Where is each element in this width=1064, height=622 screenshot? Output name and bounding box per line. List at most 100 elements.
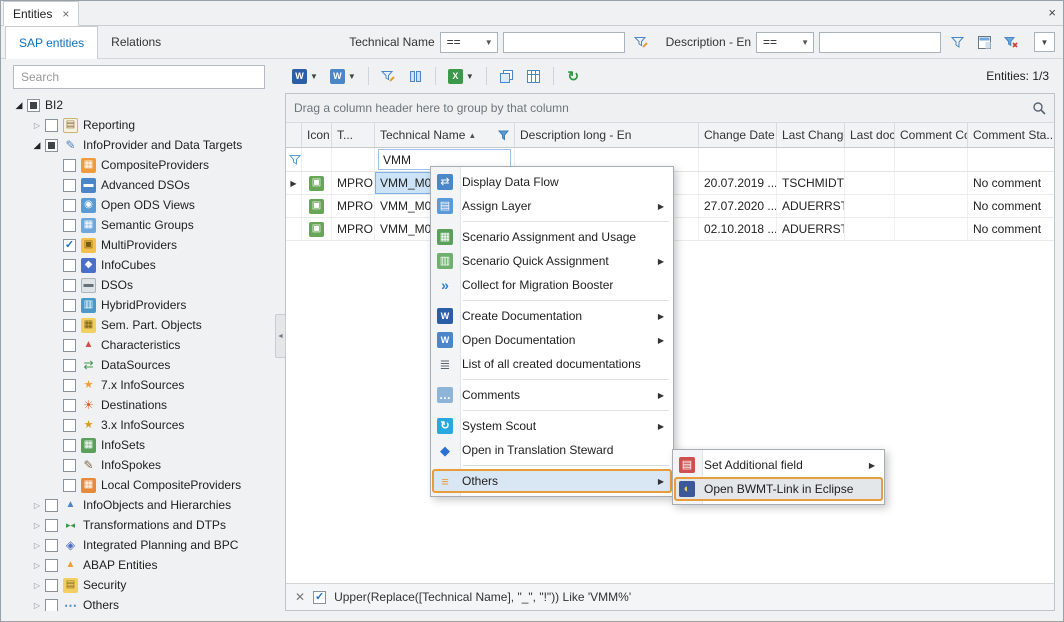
cell-type[interactable]: MPRO [332,218,375,240]
menu-item-open-bwmt-link-in-eclipse[interactable]: ◐Open BWMT-Link in Eclipse [674,477,883,501]
create-documentation-button[interactable]: W▼ [287,64,323,88]
tree-item-infosets[interactable]: ▦InfoSets [9,435,275,455]
tree-item-semantic-groups[interactable]: ▦Semantic Groups [9,215,275,235]
tree-item-local-compositeproviders[interactable]: ▦Local CompositeProviders [9,475,275,495]
filter-cell-type[interactable] [332,148,375,171]
tree-search-input[interactable] [13,65,265,89]
column-header-icon[interactable]: Icon [302,123,332,147]
tree-checkbox[interactable] [63,259,76,272]
cell-last-doc[interactable] [845,195,895,217]
tree-checkbox[interactable] [63,319,76,332]
menu-item-assign-layer[interactable]: ▤Assign Layer▶ [432,194,672,218]
filter-cell-change-date[interactable] [699,148,777,171]
collapse-panel-icon[interactable]: ◄ [275,314,286,358]
tree-checkbox[interactable] [45,539,58,552]
page-tab-sap-entities[interactable]: SAP entities [5,26,98,59]
column-header-comment-sta[interactable]: Comment Sta... [968,123,1054,147]
menu-item-comments[interactable]: …Comments▶ [432,383,672,407]
filter-cell-comment-status[interactable] [968,148,1054,171]
menu-item-display-data-flow[interactable]: ⇄Display Data Flow [432,170,672,194]
filter-options-chevron-button[interactable]: ▼ [1034,32,1055,52]
export-button[interactable]: X▼ [443,64,479,88]
description-filter-input[interactable] [819,32,941,53]
tree-collapse-arrow-icon[interactable]: ◢ [11,100,27,111]
filter-editor-quick-button[interactable] [630,31,652,53]
tree-checkbox[interactable] [63,339,76,352]
column-header-last-doc[interactable]: Last doc. [845,123,895,147]
cell-change-date[interactable]: 20.07.2019 ... [699,172,777,194]
tree-item-others[interactable]: ▷⋯Others [9,595,275,611]
cell-last-doc[interactable] [845,218,895,240]
grid-views-button[interactable] [521,64,546,88]
tree-checkbox[interactable] [63,459,76,472]
menu-item-open-in-translation-steward[interactable]: ◆Open in Translation Steward [432,438,672,462]
tree-item-infoobjects-and-hierarchies[interactable]: ▷▲InfoObjects and Hierarchies [9,495,275,515]
close-filter-icon[interactable]: ✕ [295,590,305,604]
menu-item-create-documentation[interactable]: WCreate Documentation▶ [432,304,672,328]
tree-item-compositeproviders[interactable]: ▦CompositeProviders [9,155,275,175]
tree-item-infoprovider-and-data-targets[interactable]: ◢✎InfoProvider and Data Targets [9,135,275,155]
tree-item-infocubes[interactable]: ◆InfoCubes [9,255,275,275]
tree-checkbox[interactable] [45,519,58,532]
tree-item-3-x-infosources[interactable]: ★3.x InfoSources [9,415,275,435]
tree-item-sem-part-objects[interactable]: ▦Sem. Part. Objects [9,315,275,335]
cell-comment-status[interactable]: No comment [968,172,1054,194]
cell-comment-status[interactable]: No comment [968,195,1054,217]
tree-expand-arrow-icon[interactable]: ▷ [29,581,45,590]
filter-editor-button[interactable] [376,64,401,88]
tree-expand-arrow-icon[interactable]: ▷ [29,521,45,530]
cell-change-date[interactable]: 02.10.2018 ... [699,218,777,240]
panel-splitter[interactable]: ◄ [275,59,285,611]
tree-item-reporting[interactable]: ▷▤Reporting [9,115,275,135]
menu-item-system-scout[interactable]: ↻System Scout▶ [432,414,672,438]
technical-name-filter-input[interactable] [503,32,625,53]
open-documentation-button[interactable]: W▼ [325,64,361,88]
technical-name-operator-select[interactable]: == ▼ [440,32,498,53]
refresh-button[interactable]: ↻ [561,64,586,88]
tree-checkbox[interactable] [45,499,58,512]
tree-item-dsos[interactable]: ▬DSOs [9,275,275,295]
cell-icon[interactable]: ▣ [302,218,332,240]
tree-item-infospokes[interactable]: ✎InfoSpokes [9,455,275,475]
menu-item-set-additional-field[interactable]: ▤Set Additional field▶ [674,453,883,477]
tree-checkbox[interactable] [63,359,76,372]
tree-checkbox[interactable] [45,559,58,572]
group-by-panel[interactable]: Drag a column header here to group by th… [286,94,1054,123]
column-header-change-date[interactable]: Change Date [699,123,777,147]
tree-item-hybridproviders[interactable]: ▥HybridProviders [9,295,275,315]
cell-icon[interactable]: ▣ [302,172,332,194]
column-header-description-long-en[interactable]: Description long - En [515,123,699,147]
grid-search-button[interactable] [1031,101,1046,116]
tree-item-destinations[interactable]: ☀Destinations [9,395,275,415]
tree-checkbox[interactable] [63,299,76,312]
menu-item-open-documentation[interactable]: WOpen Documentation▶ [432,328,672,352]
column-layout-button[interactable] [403,64,428,88]
cell-last-changed[interactable]: ADUERRSTEIN [777,195,845,217]
tree-expand-arrow-icon[interactable]: ▷ [29,501,45,510]
clear-filter-button[interactable] [1000,31,1022,53]
copy-grid-button[interactable] [494,64,519,88]
tree-checkbox[interactable] [63,399,76,412]
description-operator-select[interactable]: == ▼ [756,32,814,53]
page-tab-relations[interactable]: Relations [98,26,174,58]
menu-item-others[interactable]: ≡Others▶ [432,469,672,493]
apply-filter-button[interactable] [946,31,968,53]
cell-last-changed[interactable]: TSCHMIDT [777,172,845,194]
tree-checkbox[interactable] [63,199,76,212]
cell-icon[interactable]: ▣ [302,195,332,217]
tree-checkbox[interactable] [45,599,58,612]
cell-comment-status[interactable]: No comment [968,218,1054,240]
menu-item-list-of-all-created-documentations[interactable]: ≣List of all created documentations [432,352,672,376]
tree-checkbox[interactable] [63,379,76,392]
tree-checkbox[interactable] [45,579,58,592]
cell-type[interactable]: MPRO [332,172,375,194]
tree-item-open-ods-views[interactable]: ◉Open ODS Views [9,195,275,215]
tree-expand-arrow-icon[interactable]: ▷ [29,121,45,130]
tree-checkbox[interactable] [27,99,40,112]
tree-checkbox[interactable] [45,139,58,152]
tree-checkbox[interactable] [63,179,76,192]
tree-expand-arrow-icon[interactable]: ▷ [29,541,45,550]
tree-checkbox[interactable] [63,279,76,292]
tab-entities[interactable]: Entities × [3,1,79,26]
filter-cell-comment-count[interactable] [895,148,968,171]
